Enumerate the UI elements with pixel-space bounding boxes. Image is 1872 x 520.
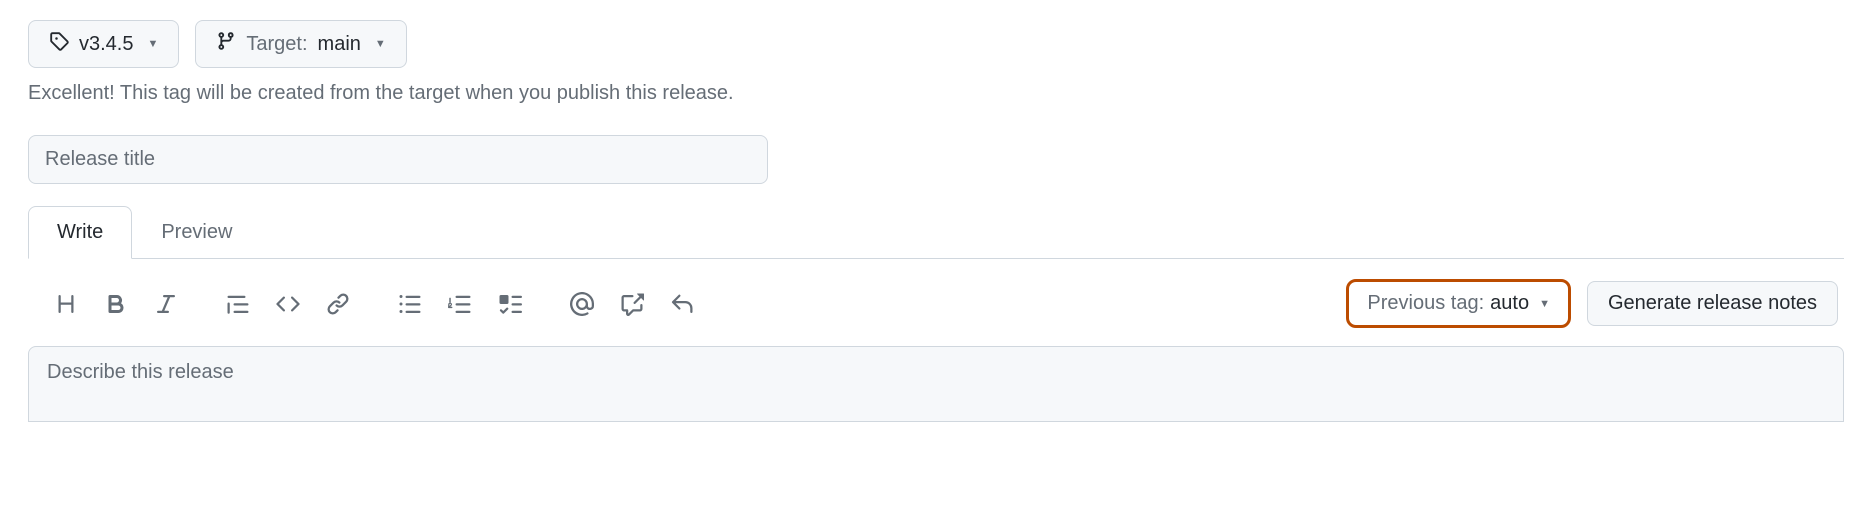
cross-reference-button[interactable] xyxy=(618,290,646,318)
release-title-input[interactable] xyxy=(28,135,768,184)
tab-write[interactable]: Write xyxy=(28,206,132,259)
markdown-toolbar xyxy=(28,290,740,318)
target-value: main xyxy=(318,33,361,56)
unordered-list-button[interactable] xyxy=(396,290,424,318)
link-button[interactable] xyxy=(324,290,352,318)
code-button[interactable] xyxy=(274,290,302,318)
description-textarea[interactable] xyxy=(28,346,1844,422)
previous-tag-value: auto xyxy=(1490,292,1529,315)
task-list-button[interactable] xyxy=(496,290,524,318)
ordered-list-button[interactable] xyxy=(446,290,474,318)
reply-button[interactable] xyxy=(668,290,696,318)
target-label: Target: xyxy=(246,33,307,56)
caret-down-icon: ▼ xyxy=(1539,298,1550,310)
tag-value: v3.4.5 xyxy=(79,33,133,56)
git-branch-icon xyxy=(216,31,236,57)
italic-button[interactable] xyxy=(152,290,180,318)
caret-down-icon: ▼ xyxy=(147,38,158,50)
generate-release-notes-button[interactable]: Generate release notes xyxy=(1587,281,1838,326)
caret-down-icon: ▼ xyxy=(375,38,386,50)
previous-tag-button[interactable]: Previous tag: auto ▼ xyxy=(1346,279,1571,328)
previous-tag-label: Previous tag: xyxy=(1367,292,1484,315)
tabnav: Write Preview xyxy=(28,206,1844,259)
bold-button[interactable] xyxy=(102,290,130,318)
quote-button[interactable] xyxy=(224,290,252,318)
target-selector-button[interactable]: Target: main ▼ xyxy=(195,20,406,68)
tag-icon xyxy=(49,31,69,57)
tab-preview[interactable]: Preview xyxy=(132,206,261,259)
tag-selector-button[interactable]: v3.4.5 ▼ xyxy=(28,20,179,68)
mention-button[interactable] xyxy=(568,290,596,318)
helper-text: Excellent! This tag will be created from… xyxy=(28,82,1844,105)
heading-button[interactable] xyxy=(52,290,80,318)
